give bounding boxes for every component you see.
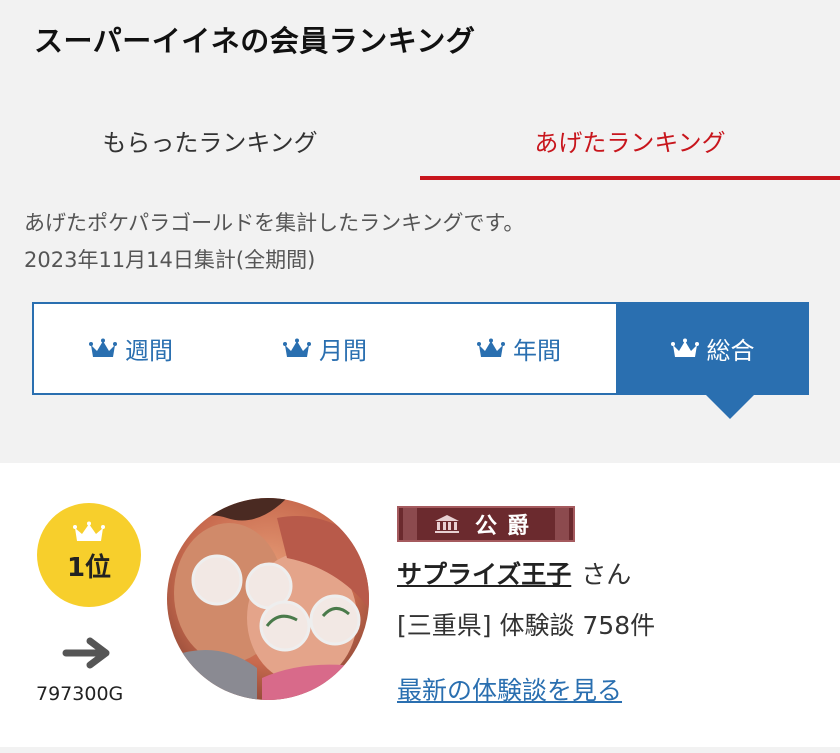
tab-monthly[interactable]: 月間 — [228, 304, 422, 393]
tab-label: 総合 — [706, 337, 755, 365]
avatar-image — [167, 498, 369, 700]
badge-stripe — [555, 508, 569, 540]
tab-label: 月間 — [319, 337, 367, 365]
aggregation-date: 2023年11月14日集計(全期間) — [24, 248, 316, 272]
crown-icon — [73, 521, 105, 541]
member-info: [三重県] 体験談 758件 — [397, 611, 656, 640]
active-tab-caret — [706, 395, 754, 419]
username-link[interactable]: サプライズ王子 — [397, 560, 571, 589]
tab-weekly[interactable]: 週間 — [34, 304, 228, 393]
tab-yearly[interactable]: 年間 — [422, 304, 616, 393]
description-text: あげたポケパラゴールドを集計したランキングです。 — [24, 211, 525, 235]
main-tabs: もらったランキング あげたランキング — [0, 100, 840, 182]
tab-received-ranking[interactable]: もらったランキング — [0, 100, 420, 180]
ranking-description: あげたポケパラゴールドを集計したランキングです。 2023年11月14日集計(全… — [24, 205, 524, 279]
page-title: スーパーイイネの会員ランキング — [34, 24, 476, 58]
title-badge-text: 公爵 — [474, 514, 539, 539]
name-row: サプライズ王子 さん — [397, 555, 631, 591]
rank-label: 1位 — [66, 552, 112, 583]
title-badge: 公爵 — [397, 506, 575, 542]
period-tabs: 週間 月間 年間 総合 — [32, 302, 809, 395]
crown-icon — [477, 338, 505, 357]
ranking-card: 1位 797300G 公爵 サプライズ王子 さん [三重県] 体験談 758件 … — [0, 463, 840, 747]
honorific: さん — [581, 560, 632, 589]
gold-amount: 797300G — [36, 683, 124, 705]
latest-reviews-link[interactable]: 最新の体験談を見る — [397, 671, 622, 707]
arrow-right-icon — [62, 637, 110, 669]
active-tab-underline — [420, 176, 840, 180]
rank-badge: 1位 — [37, 503, 141, 607]
crown-icon — [670, 338, 699, 357]
tab-given-ranking[interactable]: あげたランキング — [420, 100, 840, 180]
avatar[interactable] — [167, 498, 369, 700]
tab-label: 年間 — [513, 337, 561, 365]
tab-label: 週間 — [125, 337, 173, 365]
building-icon — [434, 515, 459, 533]
crown-icon — [283, 338, 311, 357]
badge-stripe — [403, 508, 417, 540]
crown-icon — [89, 338, 117, 357]
tab-overall[interactable]: 総合 — [616, 304, 809, 393]
